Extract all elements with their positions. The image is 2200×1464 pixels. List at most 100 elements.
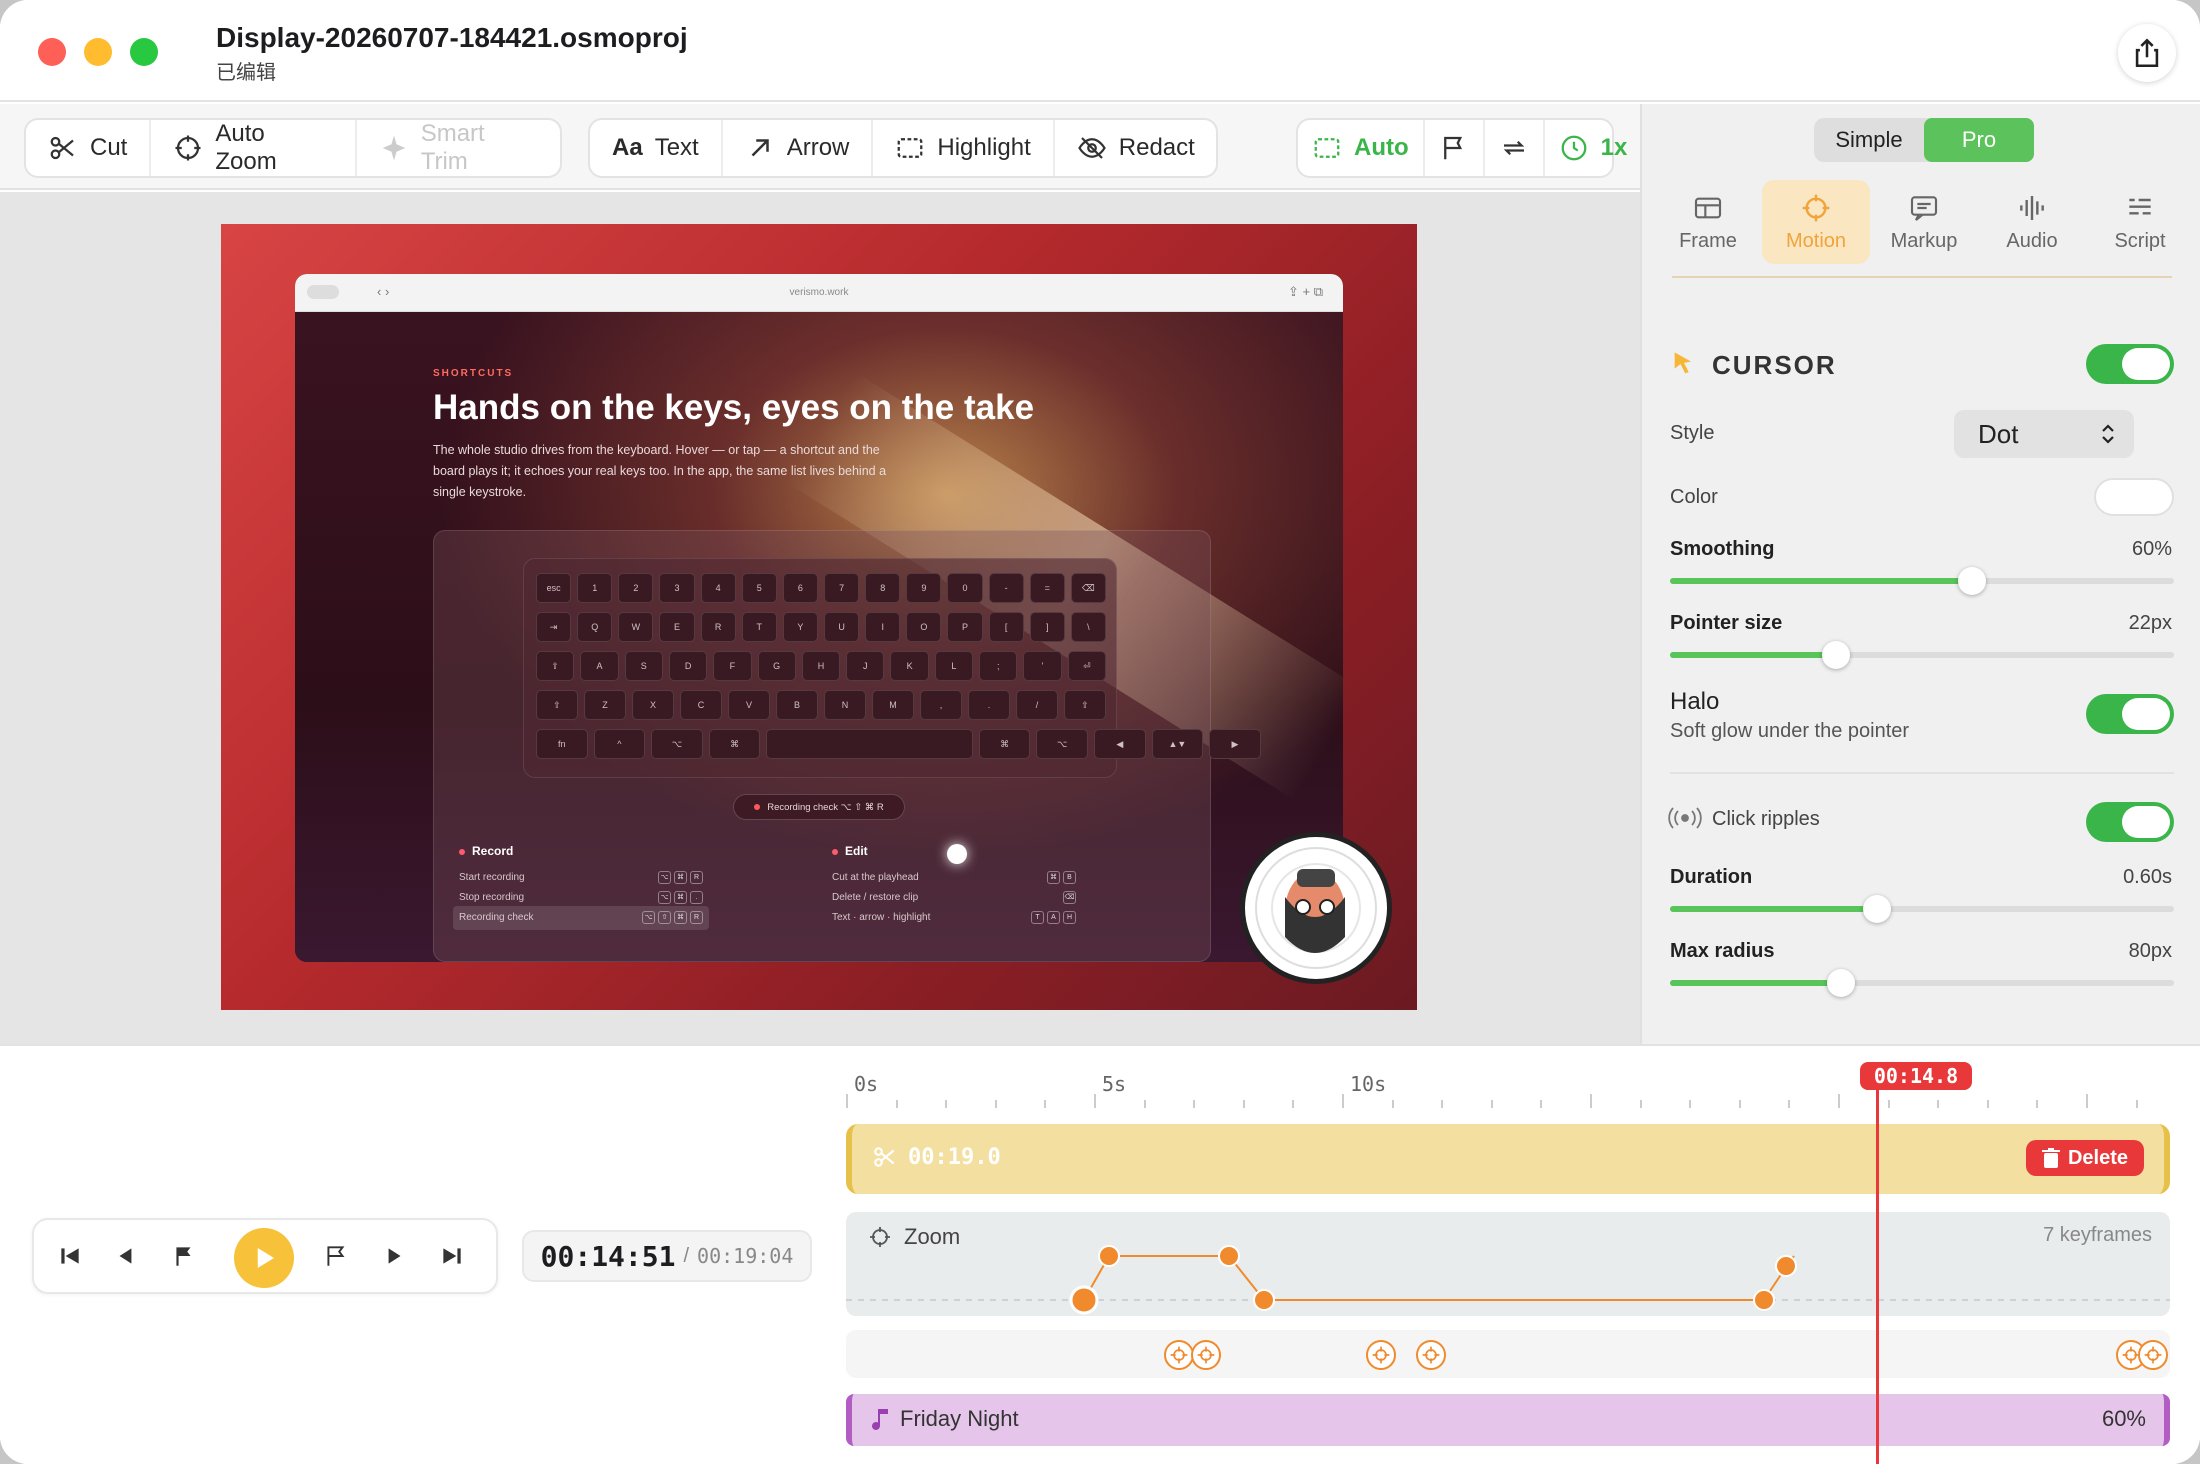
zoom-keyframe[interactable] bbox=[1218, 1245, 1240, 1267]
shortcut-key: A bbox=[1047, 911, 1060, 924]
slider-thumb[interactable] bbox=[1958, 567, 1987, 595]
auto-button[interactable]: Auto bbox=[1298, 120, 1425, 176]
skip-end-icon bbox=[443, 1248, 461, 1264]
browser-chrome: ‹ › verismo.work ⇪ + ⧉ bbox=[295, 274, 1343, 312]
close-window-button[interactable] bbox=[38, 38, 66, 66]
keyboard-key: B bbox=[776, 690, 818, 720]
simple-mode-button[interactable]: Simple bbox=[1814, 118, 1924, 162]
preview-frame[interactable]: ‹ › verismo.work ⇪ + ⧉ SHORTCUTS Hands o… bbox=[221, 224, 1417, 1010]
browser-url: verismo.work bbox=[789, 287, 849, 298]
document-title: Display-20260707-184421.osmoproj bbox=[216, 22, 688, 53]
auto-zoom-button[interactable]: Auto Zoom bbox=[151, 120, 357, 176]
speed-button[interactable]: 1x bbox=[1545, 120, 1642, 176]
tab-audio[interactable]: Audio bbox=[1978, 180, 2086, 264]
zoom-target-marker[interactable] bbox=[2138, 1340, 2168, 1370]
keyboard-key: , bbox=[920, 690, 962, 720]
cut-button[interactable]: Cut bbox=[26, 120, 152, 176]
audio-volume: 60% bbox=[2101, 1406, 2146, 1431]
zoom-target-marker[interactable] bbox=[1164, 1340, 1194, 1370]
ruler-tick bbox=[1391, 1100, 1394, 1108]
halo-toggle[interactable] bbox=[2086, 694, 2174, 734]
skip-to-start-button[interactable] bbox=[52, 1238, 88, 1274]
play-icon bbox=[257, 1248, 274, 1268]
slider-thumb[interactable] bbox=[1822, 641, 1851, 669]
playhead-line[interactable] bbox=[1876, 1090, 1879, 1464]
text-button[interactable]: Aa Text bbox=[590, 120, 723, 176]
zoom-target-marker[interactable] bbox=[1191, 1340, 1221, 1370]
zoom-track[interactable]: Zoom 7 keyframes bbox=[846, 1212, 2170, 1316]
style-select[interactable]: Dot bbox=[1954, 410, 2134, 458]
cursor-toggle[interactable] bbox=[2086, 344, 2174, 384]
keyboard-key: ⇧ bbox=[536, 690, 578, 720]
tab-script[interactable]: Script bbox=[2086, 180, 2194, 264]
click-ripples-toggle[interactable] bbox=[2086, 802, 2174, 842]
minimize-window-button[interactable] bbox=[84, 38, 112, 66]
slider-thumb[interactable] bbox=[1862, 895, 1891, 923]
color-swatch[interactable] bbox=[2094, 478, 2174, 516]
triangle-left-icon bbox=[119, 1248, 132, 1264]
slider-thumb[interactable] bbox=[1827, 969, 1856, 997]
step-forward-button[interactable] bbox=[376, 1238, 412, 1274]
play-button[interactable] bbox=[234, 1228, 294, 1288]
delete-label: Delete bbox=[2067, 1146, 2128, 1169]
zoom-marker-track bbox=[846, 1330, 2170, 1378]
markup-tools-group: Aa Text Arrow Highlight Redact bbox=[588, 118, 1218, 178]
keyboard-key: 0 bbox=[947, 573, 983, 603]
tab-motion[interactable]: Motion bbox=[1762, 180, 1870, 264]
pointer-size-slider[interactable] bbox=[1670, 641, 2174, 669]
ruler-tick bbox=[1937, 1100, 1940, 1108]
audio-track[interactable]: Friday Night 60% bbox=[846, 1394, 2170, 1446]
delete-clip-button[interactable]: Delete bbox=[2025, 1140, 2144, 1176]
smoothing-slider[interactable] bbox=[1670, 567, 2174, 595]
ruler-tick bbox=[1094, 1094, 1096, 1108]
tab-frame[interactable]: Frame bbox=[1654, 180, 1762, 264]
zoom-keyframe[interactable] bbox=[1753, 1289, 1775, 1311]
webcam-avatar[interactable] bbox=[1240, 832, 1392, 984]
next-marker-button[interactable] bbox=[318, 1238, 354, 1274]
arrow-label: Arrow bbox=[786, 134, 850, 161]
pro-mode-button[interactable]: Pro bbox=[1924, 118, 2034, 162]
zoom-target-marker[interactable] bbox=[1416, 1340, 1446, 1370]
avatar-illustration-icon bbox=[1255, 847, 1377, 969]
arrow-button[interactable]: Arrow bbox=[723, 120, 874, 176]
max-radius-slider[interactable] bbox=[1670, 969, 2174, 997]
keyboard-key: ⌥ bbox=[651, 729, 703, 759]
loop-button[interactable] bbox=[1485, 120, 1545, 176]
step-back-button[interactable] bbox=[108, 1238, 144, 1274]
slider-fill bbox=[1670, 578, 1973, 584]
zoom-keyframe[interactable] bbox=[1098, 1245, 1120, 1267]
keyboard-key: ⇧ bbox=[1064, 690, 1106, 720]
keyboard-key: G bbox=[757, 651, 796, 681]
scissors-icon bbox=[874, 1147, 895, 1167]
maximize-window-button[interactable] bbox=[130, 38, 158, 66]
duration-slider[interactable] bbox=[1670, 895, 2174, 923]
playback-tools-group: Auto 1x bbox=[1296, 118, 1627, 178]
skip-to-end-button[interactable] bbox=[434, 1238, 470, 1274]
shortcut-key: R bbox=[690, 871, 703, 884]
shortcut-key: ⌘ bbox=[674, 871, 687, 884]
ruler-tick bbox=[846, 1094, 848, 1108]
marker-button[interactable] bbox=[1425, 120, 1485, 176]
share-button[interactable] bbox=[2118, 24, 2176, 82]
smart-trim-button[interactable]: Smart Trim bbox=[357, 120, 560, 176]
highlight-button[interactable]: Highlight bbox=[873, 120, 1055, 176]
keyboard-key bbox=[766, 729, 973, 759]
total-duration: 00:19:04 bbox=[697, 1244, 794, 1268]
tab-motion-label: Motion bbox=[1785, 229, 1847, 252]
zoom-keyframe[interactable] bbox=[1253, 1289, 1275, 1311]
share-icon bbox=[2135, 38, 2159, 68]
zoom-keyframe[interactable] bbox=[1069, 1285, 1099, 1315]
halo-label: Halo bbox=[1670, 688, 1720, 715]
pointer-size-value: 22px bbox=[2128, 612, 2172, 634]
video-clip-track[interactable]: 00:19.0 Delete bbox=[846, 1124, 2170, 1194]
playhead-time-badge[interactable]: 00:14.8 bbox=[1860, 1062, 1972, 1090]
previous-marker-button[interactable] bbox=[166, 1238, 202, 1274]
redact-button[interactable]: Redact bbox=[1055, 120, 1217, 176]
crosshair-icon bbox=[175, 135, 201, 161]
mode-switch: Simple Pro bbox=[1814, 118, 2034, 162]
tab-markup[interactable]: Markup bbox=[1870, 180, 1978, 264]
slider-fill bbox=[1670, 652, 1837, 658]
zoom-target-marker[interactable] bbox=[1366, 1340, 1396, 1370]
loop-icon bbox=[1503, 140, 1524, 156]
zoom-keyframe[interactable] bbox=[1775, 1255, 1797, 1277]
